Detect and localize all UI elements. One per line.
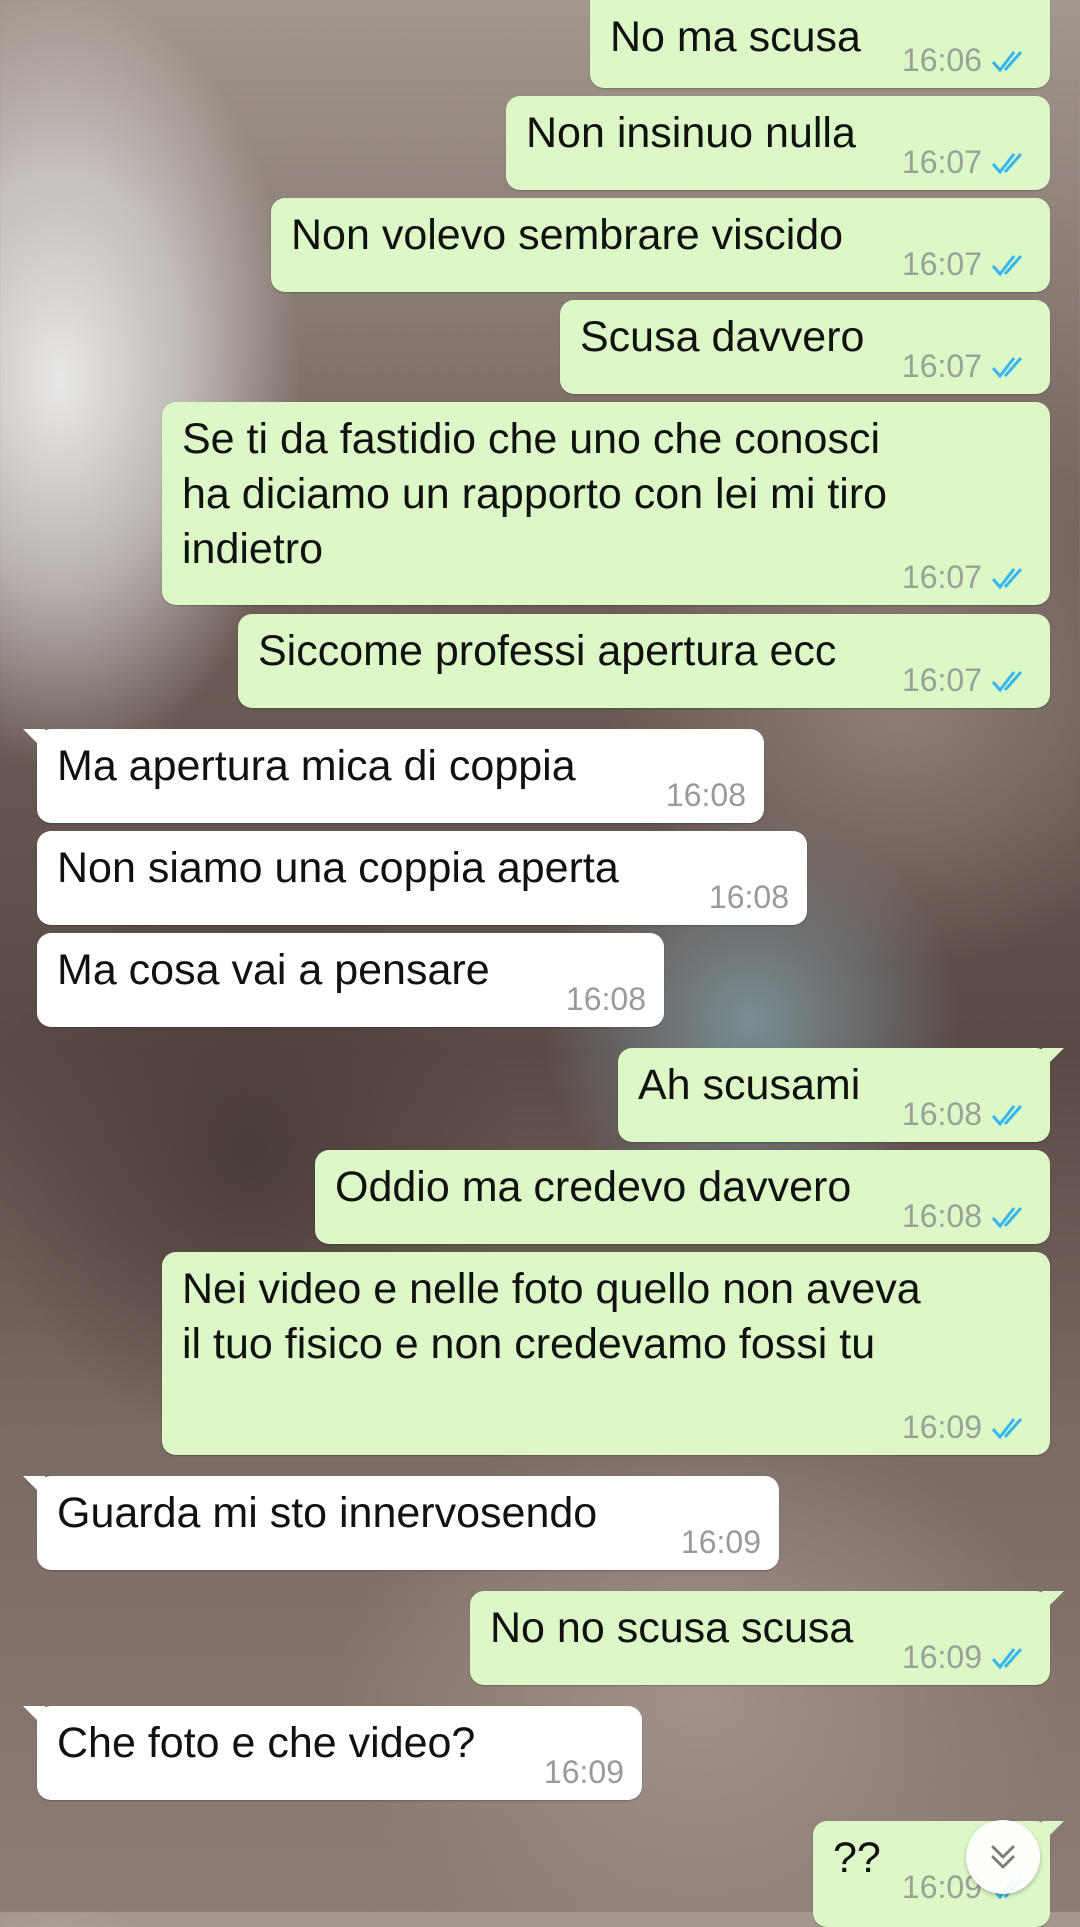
message-meta: 16:09 (544, 1754, 624, 1790)
message-meta: 16:07 (902, 559, 1032, 595)
message-text: No no scusa scusa (490, 1604, 854, 1652)
double-check-icon (991, 1207, 1023, 1229)
message-time: 16:07 (901, 662, 982, 698)
bubble-tail (1042, 1591, 1064, 1613)
message-time: 16:07 (901, 144, 982, 180)
message-text: Ma cosa vai a pensare (57, 946, 490, 994)
scroll-to-bottom-button[interactable] (966, 1820, 1040, 1894)
message-text: No ma scusa (610, 13, 861, 61)
message-text: Oddio ma credevo davvero (335, 1163, 852, 1211)
message-time: 16:08 (708, 879, 789, 915)
message-bubble-outgoing[interactable]: Nei video e nelle foto quello non aveva … (162, 1252, 1050, 1455)
message-time: 16:08 (901, 1096, 982, 1132)
message-meta: 16:07 (902, 246, 1032, 282)
double-check-icon (991, 1105, 1023, 1127)
message-time: 16:09 (680, 1524, 761, 1560)
double-chevron-down-icon (991, 1845, 1015, 1869)
bubble-tail (1042, 1821, 1064, 1843)
message-text: Siccome professi apertura ecc (258, 627, 837, 675)
message-text: Ah scusami (638, 1061, 861, 1109)
message-time: 16:08 (665, 777, 746, 813)
message-meta: 16:07 (902, 662, 1032, 698)
message-time: 16:09 (543, 1754, 624, 1790)
message-bubble-incoming[interactable]: Ma cosa vai a pensare 16:08 (37, 933, 664, 1027)
message-bubble-outgoing[interactable]: Oddio ma credevo davvero 16:08 (315, 1150, 1050, 1244)
message-text: Ma apertura mica di coppia (57, 742, 576, 790)
message-meta: 16:09 (681, 1524, 761, 1560)
message-text: Nei video e nelle foto quello non aveva … (182, 1265, 921, 1368)
bubble-tail (23, 1706, 45, 1728)
message-text: Se ti da fastidio che uno che conosci ha… (182, 415, 888, 573)
message-bubble-outgoing[interactable]: Non volevo sembrare viscido 16:07 (271, 198, 1050, 292)
message-bubble-outgoing[interactable]: Ah scusami 16:08 (618, 1048, 1064, 1142)
message-text: Non insinuo nulla (526, 109, 856, 157)
bubble-tail (1042, 0, 1064, 4)
chat-conversation: No ma scusa 16:06 Non insinuo nulla 16:0… (0, 0, 1080, 1927)
message-meta: 16:08 (709, 879, 789, 915)
message-time: 16:07 (901, 559, 982, 595)
message-bubble-outgoing[interactable]: Scusa davvero 16:07 (560, 300, 1050, 394)
message-meta: 16:06 (902, 42, 1032, 78)
message-bubble-incoming[interactable]: Non siamo una coppia aperta 16:08 (37, 831, 807, 925)
bubble-tail (23, 1476, 45, 1498)
message-time: 16:08 (565, 981, 646, 1017)
message-bubble-outgoing[interactable]: Siccome professi apertura ecc 16:07 (238, 614, 1050, 708)
double-check-icon (991, 568, 1023, 590)
message-text: ?? (833, 1834, 881, 1882)
message-text: Scusa davvero (580, 313, 865, 361)
message-time: 16:09 (901, 1639, 982, 1675)
message-meta: 16:09 (902, 1409, 1032, 1445)
double-check-icon (991, 357, 1023, 379)
double-check-icon (991, 255, 1023, 277)
message-text: Non volevo sembrare viscido (291, 211, 844, 259)
message-meta: 16:08 (566, 981, 646, 1017)
bubble-tail (23, 729, 45, 751)
message-time: 16:06 (901, 42, 982, 78)
message-bubble-incoming[interactable]: Ma apertura mica di coppia 16:08 (23, 729, 764, 823)
double-check-icon (991, 153, 1023, 175)
message-text: Guarda mi sto innervosendo (57, 1489, 598, 1537)
message-meta: 16:08 (902, 1198, 1032, 1234)
message-meta: 16:07 (902, 144, 1032, 180)
message-bubble-outgoing[interactable]: Se ti da fastidio che uno che conosci ha… (162, 402, 1050, 605)
message-bubble-outgoing[interactable]: No ma scusa 16:06 (590, 0, 1064, 88)
message-bubble-outgoing[interactable]: No no scusa scusa 16:09 (470, 1591, 1064, 1685)
message-time: 16:07 (901, 348, 982, 384)
message-bubble-incoming[interactable]: Guarda mi sto innervosendo 16:09 (23, 1476, 779, 1570)
message-time: 16:09 (901, 1409, 982, 1445)
bubble-tail (1042, 1048, 1064, 1070)
message-bubble-incoming[interactable]: Che foto e che video? 16:09 (23, 1706, 642, 1800)
message-bubble-outgoing[interactable]: Non insinuo nulla 16:07 (506, 96, 1050, 190)
double-check-icon (991, 671, 1023, 693)
double-check-icon (991, 51, 1023, 73)
message-text: Non siamo una coppia aperta (57, 844, 619, 892)
message-meta: 16:08 (902, 1096, 1032, 1132)
message-meta: 16:08 (666, 777, 746, 813)
message-meta: 16:07 (902, 348, 1032, 384)
message-meta: 16:09 (902, 1639, 1032, 1675)
message-text: Che foto e che video? (57, 1719, 476, 1767)
message-time: 16:08 (901, 1198, 982, 1234)
double-check-icon (991, 1648, 1023, 1670)
message-time: 16:07 (901, 246, 982, 282)
double-check-icon (991, 1418, 1023, 1440)
